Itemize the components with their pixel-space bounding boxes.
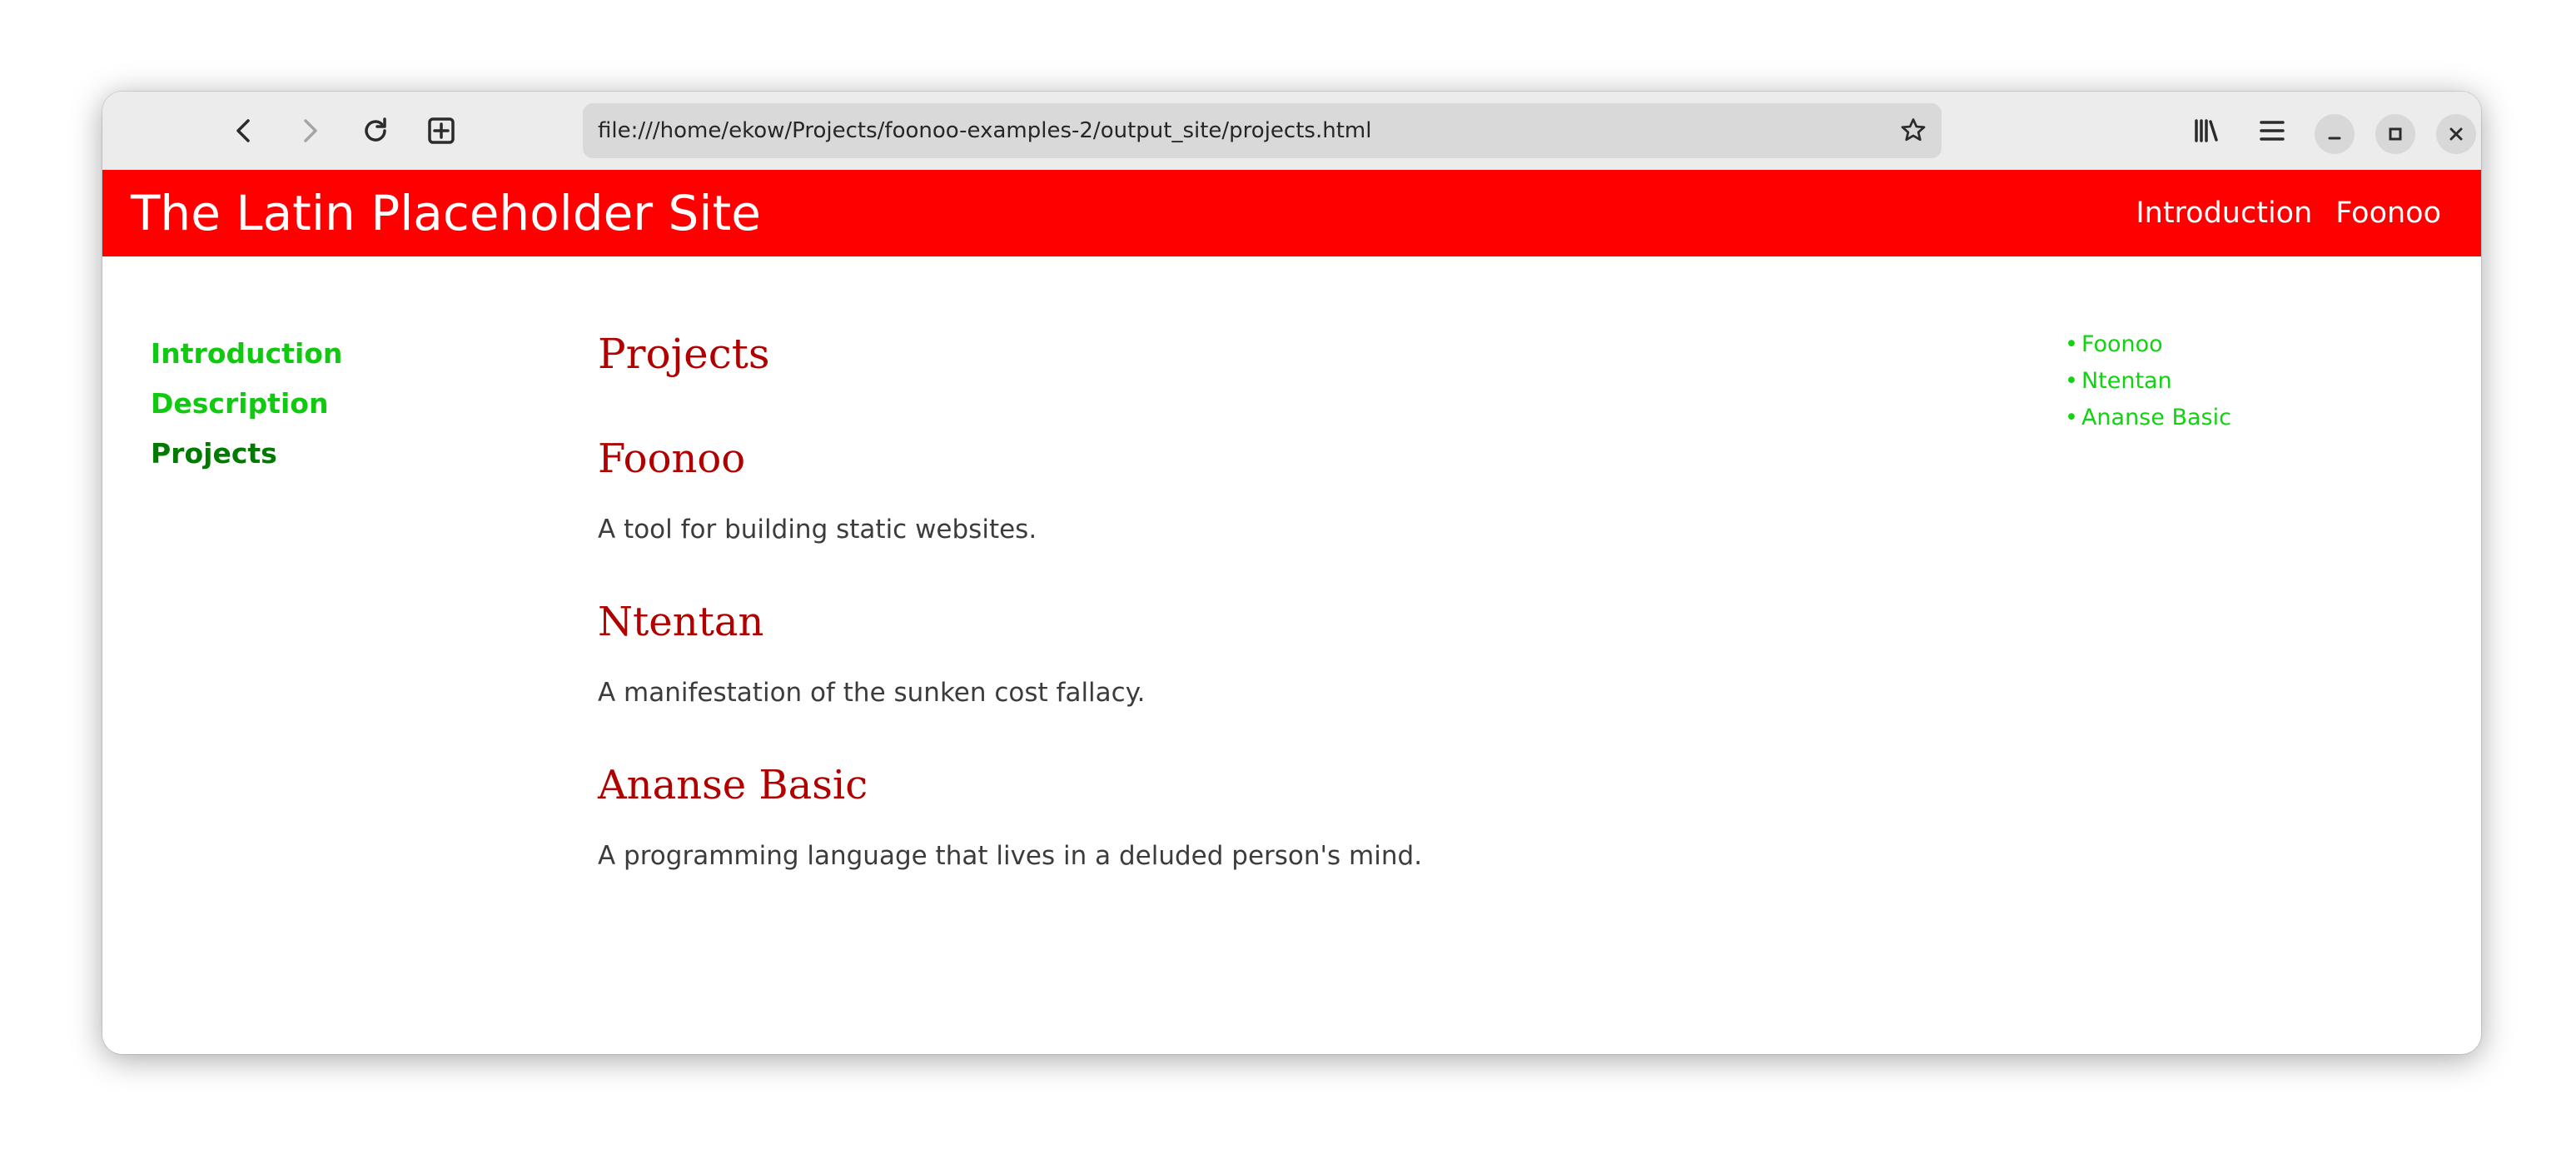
browser-toolbar: file:///home/ekow/Projects/foonoo-exampl…: [102, 92, 2481, 170]
new-tab-button[interactable]: [416, 106, 466, 156]
section-text-foonoo: A tool for building static websites.: [598, 515, 1037, 545]
side-nav-item-projects[interactable]: Projects: [151, 429, 342, 479]
toc-item-ntentan[interactable]: • Ntentan: [2065, 363, 2231, 400]
address-bar[interactable]: file:///home/ekow/Projects/foonoo-exampl…: [583, 103, 1942, 158]
hamburger-menu-icon: [2260, 121, 2285, 141]
new-tab-icon: [428, 117, 455, 144]
page-title: Projects: [598, 330, 770, 378]
reload-button[interactable]: [351, 106, 400, 156]
section-title-ntentan: Ntentan: [598, 599, 764, 645]
minimize-icon: [2328, 137, 2341, 140]
reload-icon: [365, 117, 386, 142]
library-button[interactable]: [2181, 106, 2231, 156]
top-nav-foonoo[interactable]: Foonoo: [2335, 196, 2441, 230]
toc-bullet: •: [2065, 331, 2078, 357]
url-text[interactable]: file:///home/ekow/Projects/foonoo-exampl…: [598, 103, 1371, 158]
maximize-icon: [2389, 127, 2402, 141]
minimize-button[interactable]: [2315, 114, 2355, 154]
library-icon: [2195, 119, 2218, 142]
top-nav-introduction[interactable]: Introduction: [2136, 196, 2312, 230]
side-nav: Introduction Description Projects: [151, 329, 342, 479]
site-title[interactable]: The Latin Placeholder Site: [131, 170, 761, 256]
back-arrow-icon: [236, 119, 250, 142]
section-title-ananse-basic: Ananse Basic: [598, 762, 868, 808]
section-text-ntentan: A manifestation of the sunken cost falla…: [598, 678, 1146, 708]
bookmark-button[interactable]: [1897, 114, 1930, 147]
side-nav-item-description[interactable]: Description: [151, 379, 342, 429]
toc-item-foonoo[interactable]: • Foonoo: [2065, 326, 2231, 363]
side-nav-item-introduction[interactable]: Introduction: [151, 329, 342, 379]
menu-button[interactable]: [2247, 106, 2297, 156]
toc-item-ananse-basic[interactable]: • Ananse Basic: [2065, 400, 2231, 436]
main-content: Projects Foonoo A tool for building stat…: [598, 325, 1847, 919]
forward-button[interactable]: [285, 106, 335, 156]
toc-bullet: •: [2065, 368, 2078, 394]
toc-bullet: •: [2065, 405, 2078, 430]
table-of-contents: • Foonoo • Ntentan • Ananse Basic: [2065, 326, 2231, 436]
forward-arrow-icon: [304, 119, 317, 142]
toc-item-label: Ananse Basic: [2081, 405, 2231, 430]
maximize-button[interactable]: [2375, 114, 2415, 154]
toc-item-label: Ntentan: [2081, 368, 2172, 394]
top-nav: Introduction Foonoo: [2136, 170, 2441, 256]
back-button[interactable]: [219, 106, 269, 156]
close-icon: [2449, 127, 2463, 141]
browser-window: file:///home/ekow/Projects/foonoo-exampl…: [102, 92, 2481, 1054]
toc-item-label: Foonoo: [2081, 331, 2163, 357]
section-title-foonoo: Foonoo: [598, 435, 746, 482]
close-button[interactable]: [2436, 114, 2476, 154]
star-icon: [1901, 118, 1926, 142]
section-text-ananse-basic: A programming language that lives in a d…: [598, 841, 1423, 871]
site-header: The Latin Placeholder Site Introduction …: [102, 170, 2481, 256]
